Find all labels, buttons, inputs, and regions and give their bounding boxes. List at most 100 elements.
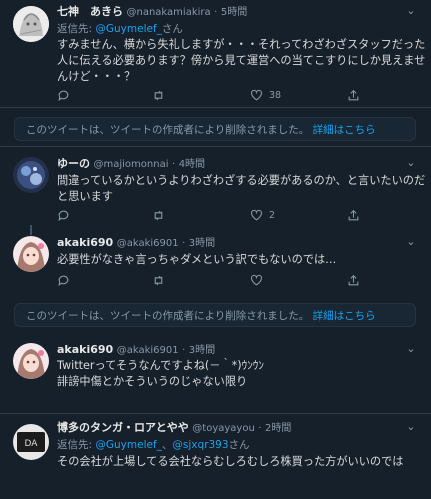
avatar[interactable] [13,157,49,193]
handle[interactable]: @akaki6901 [117,345,179,356]
like-button[interactable]: 2 [250,208,275,222]
action-bar: 2 [57,208,367,222]
display-name[interactable]: 博多のタンガ・ロアとやや [57,421,189,434]
tweet[interactable]: ゆーの @majiomonnai · 4時間 ⌄ 間違っているかというよりわざわ… [0,147,431,229]
heart-icon [251,209,262,220]
deleted-message: このツイートは、ツイートの作成者により削除されました。 詳細はこちら [26,122,376,137]
caret-down-icon[interactable]: ⌄ [403,5,419,18]
retweet-button[interactable] [152,88,171,102]
retweet-button[interactable] [152,208,171,222]
reply-icon [58,90,69,101]
retweet-button[interactable] [152,273,165,287]
tweet-text-line: 人に伝える必要あります？傍から見て運営への当てこすりにしか見えませ [57,54,426,67]
tweet-text-line: んけど・・・？ [57,70,136,83]
tweet[interactable]: akaki690 @akaki6901 · 3時間 ⌄ Twitterってそうな… [0,336,431,414]
handle[interactable]: @majiomonnai [94,159,169,170]
tweet-header: 七神 あきら @nanakamiakira · 5時間 [57,5,247,19]
tweet-text-line: Twitterってそうなんですよね(－｀*)ｳﾝｳﾝ [57,359,264,372]
reply-suffix: さん [228,439,250,451]
display-name[interactable]: 七神 あきら [57,5,123,18]
avatar[interactable]: DA [13,424,49,460]
reply-context: 返信先: @Guymelef_、@sjxqr393さん [57,437,250,452]
avatar[interactable] [13,236,49,272]
share-icon [348,89,359,100]
avatar[interactable] [13,6,49,42]
caret-down-icon[interactable]: ⌄ [403,157,419,170]
tweet-text-line: 必要性がなきゃ言っちゃダメという訳でもないのでは… [57,253,337,266]
avatar[interactable] [13,343,49,379]
retweet-icon [154,275,163,285]
svg-text:DA: DA [25,439,39,449]
handle[interactable]: @nanakamiakira [127,7,211,18]
reply-button[interactable] [57,88,76,102]
retweet-icon [154,90,163,100]
timestamp[interactable]: 4時間 [179,159,205,170]
reply-icon [58,275,69,286]
mention-link[interactable]: @sjxqr393 [172,439,228,451]
tweet-text: 間違っているかというよりわざわざする必要があるのか、と言いたいのだ と思います [57,173,426,205]
share-button[interactable] [347,88,360,102]
tweet[interactable]: 七神 あきら @nanakamiakira · 5時間 ⌄ 返信先: @Guym… [0,0,431,108]
tweet-text-line: と思います [57,190,113,203]
caret-down-icon[interactable]: ⌄ [403,421,419,434]
deleted-notice: このツイートは、ツイートの作成者により削除されました。 詳細はこちら [14,117,416,141]
tweet-text-line: すみません、横から失礼しますが・・・それってわざわざスタッフだった [57,38,426,51]
mention-link[interactable]: @Guymelef_ [95,23,162,35]
deleted-text: このツイートは、ツイートの作成者により削除されました。 [26,124,310,136]
share-button[interactable] [347,208,360,222]
deleted-tweet: このツイートは、ツイートの作成者により削除されました。 詳細はこちら [0,301,431,336]
tweet-text: Twitterってそうなんですよね(－｀*)ｳﾝｳﾝ 誹謗中傷とかそういうのじゃ… [57,358,412,390]
tweet-text: その会社が上場してる会社ならむしろむしろ株買った方がいいのでは [57,454,412,470]
like-button[interactable]: 38 [250,88,281,102]
tweet-text-line: 間違っているかというよりわざわざする必要があるのか、と言いたいのだ [57,174,426,187]
handle[interactable]: @toyayayou [192,423,255,434]
mention-link[interactable]: @Guymelef_ [95,439,162,451]
timestamp[interactable]: 3時間 [189,238,215,249]
tweet-text-line: その会社が上場してる会社ならむしろむしろ株買った方がいいのでは [57,455,404,468]
retweet-icon [154,210,163,220]
learn-more-link[interactable]: 詳細はこちら [313,310,376,322]
reply-separator: 、 [161,439,173,451]
display-name[interactable]: akaki690 [57,343,113,356]
caret-down-icon[interactable]: ⌄ [403,343,419,356]
timestamp[interactable]: 2時間 [265,423,291,434]
reply-prefix: 返信先: [57,23,93,35]
tweet-text: 必要性がなきゃ言っちゃダメという訳でもないのでは… [57,252,412,268]
deleted-text: このツイートは、ツイートの作成者により削除されました。 [26,310,310,322]
tweet[interactable]: DA 博多のタンガ・ロアとやや @toyayayou · 2時間 ⌄ 返信先: … [0,414,431,499]
tweet-header: ゆーの @majiomonnai · 4時間 [57,157,205,171]
display-name[interactable]: ゆーの [57,157,90,170]
action-bar [57,273,367,287]
timestamp[interactable]: 3時間 [189,345,215,356]
heart-icon [251,274,262,285]
heart-icon [251,89,262,100]
separator-dot: · [182,345,186,356]
separator-dot: · [258,423,262,434]
like-button[interactable] [250,273,263,287]
like-count: 38 [269,89,282,101]
timestamp[interactable]: 5時間 [221,7,247,18]
separator-dot: · [182,238,186,249]
deleted-notice: このツイートは、ツイートの作成者により削除されました。 詳細はこちら [14,303,416,327]
tweet-text-line: 誹謗中傷とかそういうのじゃない限り [57,375,248,388]
thread-line [30,225,32,235]
separator-dot: · [214,7,218,18]
tweet[interactable]: akaki690 @akaki6901 · 3時間 ⌄ 必要性がなきゃ言っちゃダ… [0,225,431,301]
reply-context: 返信先: @Guymelef_さん [57,21,183,36]
caret-down-icon[interactable]: ⌄ [403,236,419,249]
tweet-text: すみません、横から失礼しますが・・・それってわざわざスタッフだった 人に伝える必… [57,37,426,85]
handle[interactable]: @akaki6901 [117,238,179,249]
deleted-message: このツイートは、ツイートの作成者により削除されました。 詳細はこちら [26,308,376,323]
share-button[interactable] [347,273,360,287]
reply-prefix: 返信先: [57,439,93,451]
separator-dot: · [172,159,176,170]
deleted-tweet: このツイートは、ツイートの作成者により削除されました。 詳細はこちら [0,108,431,147]
display-name[interactable]: akaki690 [57,236,113,249]
action-bar: 38 [57,88,367,102]
reply-button[interactable] [57,273,70,287]
tweet-header: akaki690 @akaki6901 · 3時間 [57,236,215,250]
learn-more-link[interactable]: 詳細はこちら [313,124,376,136]
like-count: 2 [269,209,276,221]
tweet-header: akaki690 @akaki6901 · 3時間 [57,343,215,357]
reply-button[interactable] [57,208,76,222]
